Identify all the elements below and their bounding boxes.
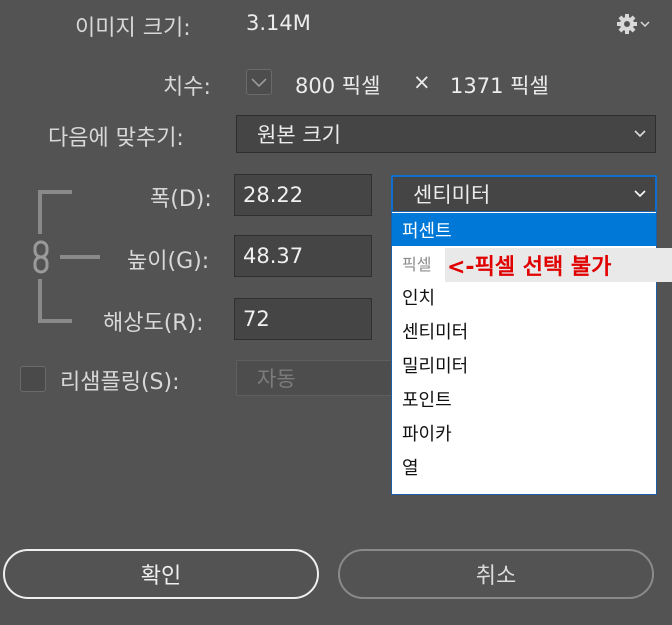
menu-item-pica[interactable]: 파이카 <box>392 416 656 449</box>
dimensions-label: 치수: <box>163 75 211 100</box>
menu-item-point[interactable]: 포인트 <box>392 382 656 415</box>
menu-item-inch[interactable]: 인치 <box>392 280 656 313</box>
resolution-input[interactable]: 72 <box>234 298 372 340</box>
width-unit-value: 센티미터 <box>413 183 491 207</box>
dimensions-width: 800 픽셀 <box>295 74 381 98</box>
resample-value: 자동 <box>257 367 296 391</box>
constrain-proportions-toggle[interactable] <box>32 240 50 274</box>
link-bracket-top-arm <box>38 190 72 194</box>
image-size-label: 이미지 크기: <box>75 16 191 41</box>
dimensions-height: 1371 픽셀 <box>450 74 549 98</box>
chevron-down-icon <box>251 78 267 88</box>
height-input[interactable]: 48.37 <box>234 235 372 277</box>
gear-icon <box>617 14 650 34</box>
width-label: 폭(D): <box>150 187 212 212</box>
image-size-value: 3.14M <box>246 11 311 35</box>
chevron-down-icon <box>634 130 646 138</box>
link-bracket-bottom <box>38 279 42 323</box>
pixel-unavailable-annotation: <-픽셀 선택 불가 <box>445 248 672 282</box>
dimensions-times: × <box>413 70 431 94</box>
fit-to-select[interactable]: 원본 크기 <box>236 115 656 153</box>
menu-item-centimeter[interactable]: 센티미터 <box>392 314 656 347</box>
settings-gear-button[interactable] <box>616 12 650 36</box>
resample-select: 자동 <box>236 360 396 396</box>
menu-item-column[interactable]: 열 <box>392 450 656 483</box>
link-bracket-bottom-arm <box>38 319 72 323</box>
resample-checkbox[interactable] <box>20 366 46 392</box>
width-input[interactable]: 28.22 <box>234 174 372 216</box>
height-label: 높이(G): <box>127 249 210 274</box>
menu-item-percent[interactable]: 퍼센트 <box>392 213 656 246</box>
fit-to-label: 다음에 맞추기: <box>48 126 184 151</box>
link-icon <box>33 240 49 274</box>
link-bracket-middle <box>60 255 100 259</box>
resolution-label: 해상도(R): <box>103 311 204 336</box>
cancel-button[interactable]: 취소 <box>338 549 654 599</box>
link-bracket-top <box>38 190 42 234</box>
menu-item-millimeter[interactable]: 밀리미터 <box>392 348 656 381</box>
fit-to-value: 원본 크기 <box>257 123 341 147</box>
chevron-down-icon <box>634 190 646 198</box>
dimensions-dropdown-toggle[interactable] <box>246 69 272 95</box>
width-unit-select[interactable]: 센티미터 <box>391 175 657 213</box>
ok-button[interactable]: 확인 <box>3 549 319 599</box>
resample-label: 리샘플링(S): <box>60 370 180 395</box>
